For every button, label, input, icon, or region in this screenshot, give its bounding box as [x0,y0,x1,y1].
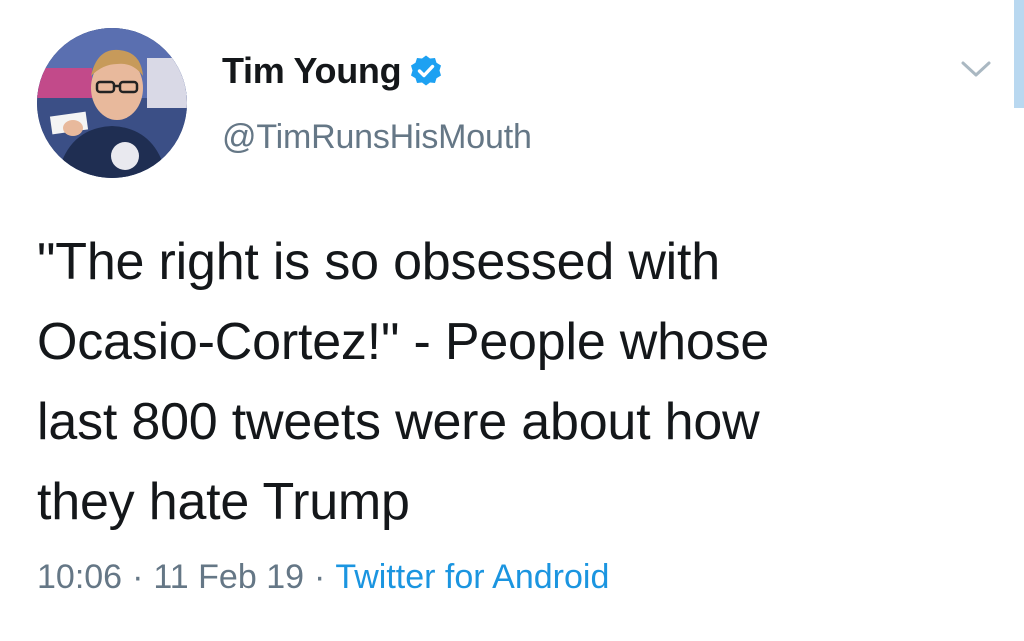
meta-separator: · [132,558,144,596]
scroll-indicator [1014,0,1024,108]
tweet-card: Tim Young @TimRunsHisMouth "The right is… [0,0,1024,641]
chevron-down-icon[interactable] [960,58,992,80]
tweet-text: "The right is so obsessed with Ocasio-Co… [37,233,770,531]
meta-separator: · [314,558,326,596]
author-handle[interactable]: @TimRunsHisMouth [222,118,532,157]
avatar-image [37,28,187,178]
tweet-source-link[interactable]: Twitter for Android [335,558,609,597]
display-name[interactable]: Tim Young [222,50,402,92]
tweet-date[interactable]: 11 Feb 19 [153,558,304,597]
avatar[interactable] [37,28,187,178]
author-row[interactable]: Tim Young [222,48,443,94]
tweet-meta: 10:06 · 11 Feb 19 · Twitter for Android [37,558,609,597]
verified-badge-icon [411,55,442,86]
tweet-time[interactable]: 10:06 [37,558,122,597]
